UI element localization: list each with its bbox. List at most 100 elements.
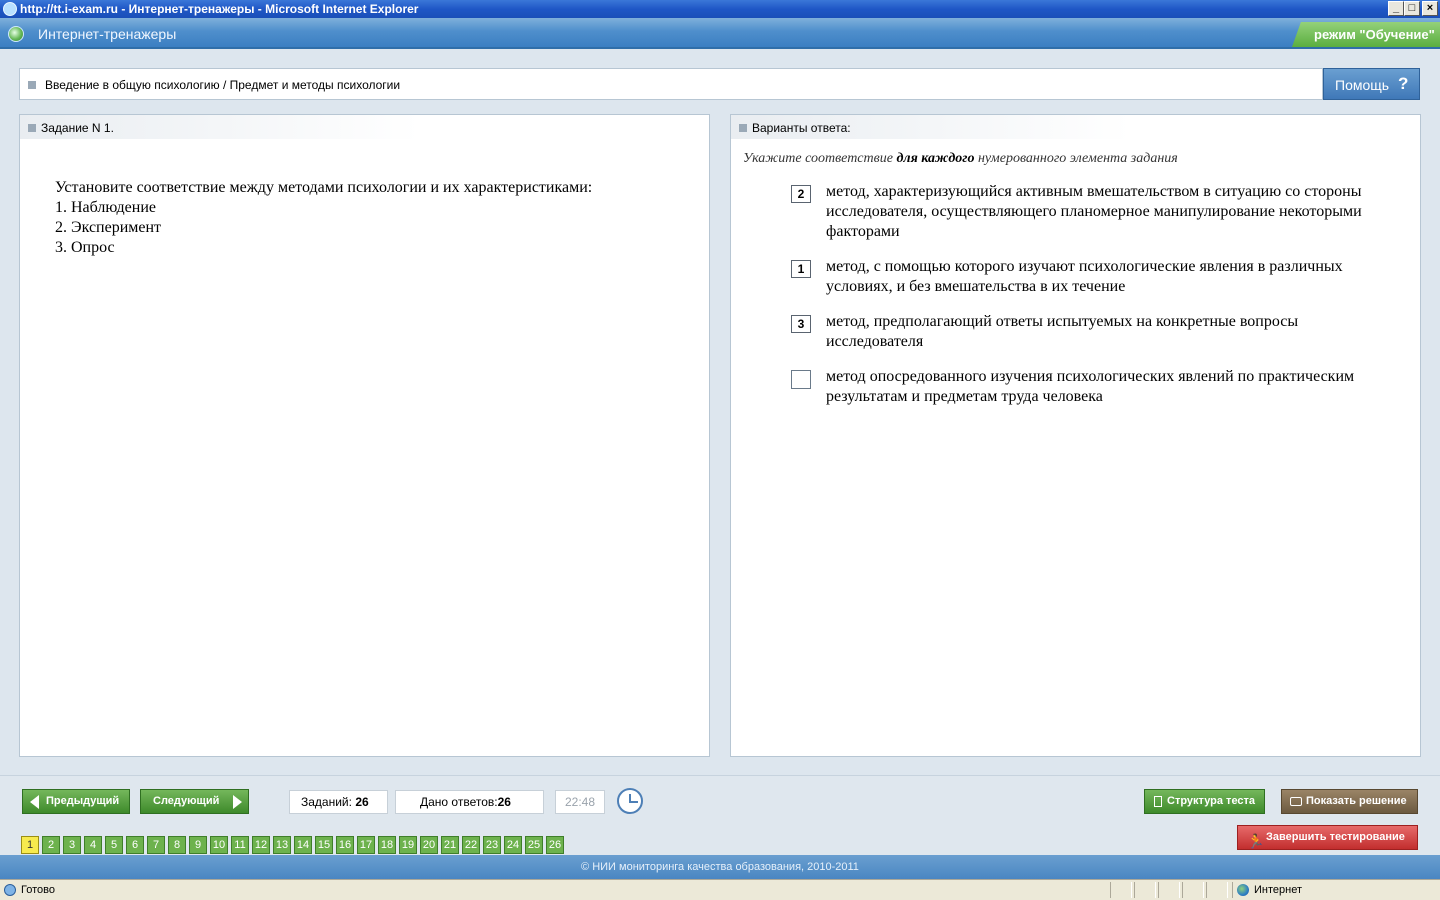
answers-header: Варианты ответа: xyxy=(752,121,851,135)
status-divider xyxy=(1182,882,1204,898)
maximize-button[interactable]: □ xyxy=(1404,1,1420,16)
square-bullet-icon xyxy=(739,124,747,132)
task-number-11[interactable]: 11 xyxy=(231,836,249,854)
status-divider xyxy=(1206,882,1228,898)
status-divider xyxy=(1158,882,1180,898)
status-divider xyxy=(1134,882,1156,898)
status-divider xyxy=(1110,882,1132,898)
answers-count-value: 26 xyxy=(497,795,511,809)
task-number-8[interactable]: 8 xyxy=(168,836,186,854)
task-number-14[interactable]: 14 xyxy=(294,836,312,854)
finish-test-label: Завершить тестирование xyxy=(1266,831,1405,843)
close-button[interactable]: × xyxy=(1422,1,1438,16)
bottom-toolbar: Предыдущий Следующий Заданий: 26 Дано от… xyxy=(0,775,1440,855)
help-button[interactable]: Помощь ? xyxy=(1323,68,1420,100)
task-number-3[interactable]: 3 xyxy=(63,836,81,854)
task-number-13[interactable]: 13 xyxy=(273,836,291,854)
structure-button[interactable]: Структура теста xyxy=(1144,789,1265,814)
task-panel: Задание N 1. Установите соответствие меж… xyxy=(19,114,710,757)
instruction-part: нумерованного элемента задания xyxy=(974,151,1178,166)
breadcrumb: Введение в общую психологию / Предмет и … xyxy=(19,68,1323,100)
ie-icon xyxy=(3,2,17,16)
zone-text: Интернет xyxy=(1254,884,1302,896)
previous-button[interactable]: Предыдущий xyxy=(22,789,130,814)
task-number-2[interactable]: 2 xyxy=(42,836,60,854)
finish-test-button[interactable]: 🏃 Завершить тестирование xyxy=(1237,825,1418,850)
task-number-10[interactable]: 10 xyxy=(210,836,228,854)
task-number-17[interactable]: 17 xyxy=(357,836,375,854)
timer: 22:48 xyxy=(555,790,605,814)
minimize-button[interactable]: _ xyxy=(1388,1,1404,16)
footer-copyright: © НИИ мониторинга качества образования, … xyxy=(0,855,1440,879)
app-header: Интернет-тренажеры режим "Обучение" xyxy=(0,18,1440,49)
match-input[interactable] xyxy=(791,370,811,389)
task-number-12[interactable]: 12 xyxy=(252,836,270,854)
answer-option-text: метод, предполагающий ответы испытуемых … xyxy=(826,313,1299,350)
task-number-20[interactable]: 20 xyxy=(420,836,438,854)
answers-count-label: Дано ответов: xyxy=(420,795,498,809)
arrow-right-icon xyxy=(233,795,242,809)
next-button-label: Следующий xyxy=(153,795,220,807)
task-number-15[interactable]: 15 xyxy=(315,836,333,854)
answer-option-text: метод, характеризующийся активным вмешат… xyxy=(826,183,1362,240)
status-bar: Готово Интернет xyxy=(0,879,1440,900)
task-number-24[interactable]: 24 xyxy=(504,836,522,854)
task-number-26[interactable]: 26 xyxy=(546,836,564,854)
task-number-6[interactable]: 6 xyxy=(126,836,144,854)
tasks-count-label: Заданий: xyxy=(301,795,352,809)
task-number-19[interactable]: 19 xyxy=(399,836,417,854)
answer-option-text: метод опосредованного изучения психологи… xyxy=(826,368,1355,405)
task-number-16[interactable]: 16 xyxy=(336,836,354,854)
app-title: Интернет-тренажеры xyxy=(38,26,177,42)
instruction-bold: для каждого xyxy=(896,151,975,166)
question-line: 3. Опрос xyxy=(55,239,115,256)
next-button[interactable]: Следующий xyxy=(140,789,249,814)
structure-button-label: Структура теста xyxy=(1167,795,1256,807)
running-man-icon: 🏃 xyxy=(1247,833,1265,849)
square-bullet-icon xyxy=(28,124,36,132)
task-number-22[interactable]: 22 xyxy=(462,836,480,854)
answer-option-text: метод, с помощью которого изучают психол… xyxy=(826,258,1343,295)
square-bullet-icon xyxy=(28,81,36,89)
instruction-text: Укажите соответствие для каждого нумеров… xyxy=(743,151,1178,167)
task-number-4[interactable]: 4 xyxy=(84,836,102,854)
task-number-7[interactable]: 7 xyxy=(147,836,165,854)
answer-panel: Варианты ответа: Укажите соответствие дл… xyxy=(730,114,1421,757)
question-text: Установите соответствие между методами п… xyxy=(55,178,592,258)
task-panel-header: Задание N 1. xyxy=(20,115,420,139)
page-icon xyxy=(4,884,16,896)
security-zone: Интернет xyxy=(1232,882,1438,898)
previous-button-label: Предыдущий xyxy=(46,795,120,807)
show-solution-button[interactable]: Показать решение xyxy=(1281,789,1418,814)
task-number-25[interactable]: 25 xyxy=(525,836,543,854)
task-number-1[interactable]: 1 xyxy=(21,836,39,854)
answers-count: Дано ответов:26 xyxy=(395,790,544,814)
mode-badge: режим "Обучение" xyxy=(1292,22,1440,47)
match-input[interactable] xyxy=(791,185,811,203)
globe-icon xyxy=(1237,884,1249,896)
window-titlebar: http://tt.i-exam.ru - Интернет-тренажеры… xyxy=(0,0,1440,18)
arrow-left-icon xyxy=(30,795,39,809)
question-icon: ? xyxy=(1398,74,1409,93)
list-icon xyxy=(1154,796,1162,807)
task-number-9[interactable]: 9 xyxy=(189,836,207,854)
breadcrumb-text: Введение в общую психологию / Предмет и … xyxy=(45,78,401,92)
task-number-5[interactable]: 5 xyxy=(105,836,123,854)
task-number-18[interactable]: 18 xyxy=(378,836,396,854)
app-logo-icon xyxy=(8,26,24,42)
task-header: Задание N 1. xyxy=(41,121,114,135)
task-number-23[interactable]: 23 xyxy=(483,836,501,854)
help-button-label: Помощь xyxy=(1335,77,1390,93)
clock-icon xyxy=(617,788,643,814)
window-title: http://tt.i-exam.ru - Интернет-тренажеры… xyxy=(20,2,419,16)
match-input[interactable] xyxy=(791,315,811,333)
task-number-21[interactable]: 21 xyxy=(441,836,459,854)
tasks-count: Заданий: 26 xyxy=(289,790,388,814)
book-icon xyxy=(1290,797,1302,806)
match-input[interactable] xyxy=(791,260,811,278)
instruction-part: Укажите соответствие xyxy=(743,151,897,166)
tasks-count-value: 26 xyxy=(355,795,369,809)
show-solution-label: Показать решение xyxy=(1306,795,1407,807)
status-text: Готово xyxy=(21,884,55,896)
question-line: 1. Наблюдение xyxy=(55,199,156,216)
